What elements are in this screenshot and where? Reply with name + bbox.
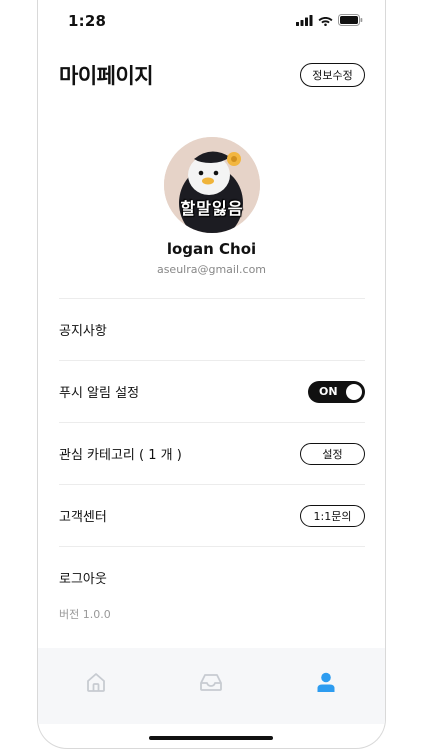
category-label: 관심 카테고리 ( 1 개 )	[59, 448, 182, 463]
status-bar: 1:28	[38, 0, 385, 40]
push-toggle-state: ON	[319, 385, 338, 398]
notice-label: 공지사항	[59, 324, 107, 339]
profile-email: aseulra@gmail.com	[156, 263, 267, 276]
person-icon	[317, 672, 335, 692]
home-indicator	[149, 736, 273, 740]
inquiry-button[interactable]: 1:1문의	[300, 505, 365, 527]
category-settings-button[interactable]: 설정	[300, 443, 365, 465]
menu-row-support: 고객센터 1:1문의	[59, 484, 365, 547]
avatar-caption: 할말잃음	[180, 199, 244, 218]
edit-profile-button[interactable]: 정보수정	[300, 63, 365, 87]
wifi-icon	[318, 16, 333, 26]
phone-screen: 1:28 마이페이지 정보수정 할말잃음 logan Choi aseulra@…	[37, 0, 386, 749]
menu-row-notice[interactable]: 공지사항	[59, 298, 365, 361]
push-toggle[interactable]: ON	[308, 381, 365, 403]
tab-home[interactable]	[83, 669, 109, 695]
battery-icon	[338, 14, 363, 26]
inbox-icon	[200, 674, 222, 691]
tab-bar	[38, 648, 385, 724]
status-time: 1:28	[68, 12, 107, 30]
logout-label: 로그아웃	[59, 572, 107, 587]
menu-row-push: 푸시 알림 설정 ON	[59, 360, 365, 423]
signal-icon	[296, 14, 313, 26]
profile-name: logan Choi	[166, 240, 257, 258]
home-icon	[87, 673, 105, 692]
tab-my-page[interactable]	[313, 669, 339, 695]
toggle-knob	[346, 384, 362, 400]
tab-inbox[interactable]	[198, 669, 224, 695]
support-label: 고객센터	[59, 510, 107, 525]
avatar[interactable]: 할말잃음	[164, 137, 260, 233]
app-version: 버전 1.0.0	[59, 608, 111, 621]
page-title: 마이페이지	[59, 64, 154, 88]
menu-row-logout[interactable]: 로그아웃	[59, 546, 365, 609]
system-icons	[296, 14, 363, 26]
menu-row-category: 관심 카테고리 ( 1 개 ) 설정	[59, 422, 365, 485]
push-label: 푸시 알림 설정	[59, 386, 140, 401]
